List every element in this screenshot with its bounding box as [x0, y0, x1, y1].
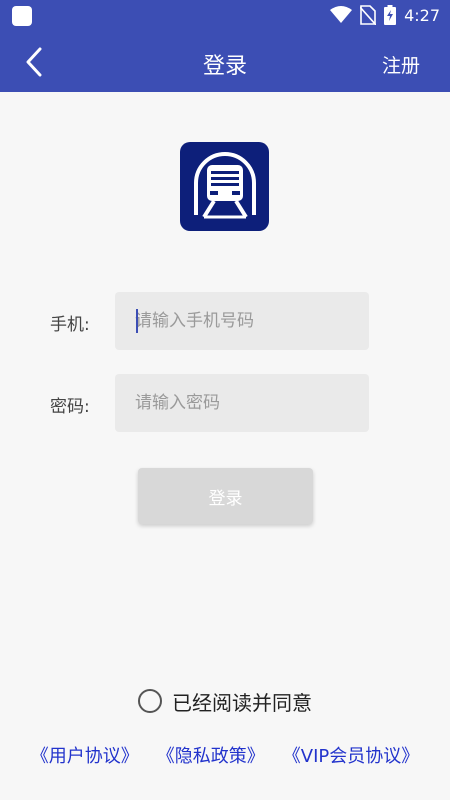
agree-text: 已经阅读并同意	[172, 690, 312, 715]
notification-app-icon	[12, 6, 32, 26]
status-icons: 4:27	[330, 4, 440, 26]
user-agreement-link[interactable]: 《用户协议》	[31, 742, 139, 768]
login-button[interactable]: 登录	[138, 468, 313, 524]
password-input[interactable]	[115, 374, 369, 432]
battery-charging-icon	[384, 5, 397, 25]
privacy-policy-link[interactable]: 《隐私政策》	[157, 742, 265, 768]
status-time: 4:27	[404, 5, 440, 25]
agreement-row: 已经阅读并同意	[0, 686, 450, 716]
password-row: 密码:	[0, 374, 450, 432]
top-app-bar: 4:27 登录 注册	[0, 0, 450, 92]
register-button[interactable]: 注册	[382, 51, 420, 78]
wifi-icon	[330, 6, 353, 23]
password-label: 密码:	[50, 397, 90, 417]
phone-label: 手机:	[50, 315, 90, 335]
app-logo	[180, 142, 269, 231]
subway-train-icon	[193, 151, 256, 218]
no-sim-icon	[360, 5, 377, 25]
agree-radio[interactable]	[138, 689, 162, 713]
text-caret	[136, 309, 138, 333]
status-bar: 4:27	[0, 0, 450, 30]
phone-input[interactable]	[115, 292, 369, 350]
vip-agreement-link[interactable]: 《VIP会员协议》	[283, 742, 419, 768]
phone-row: 手机:	[0, 292, 450, 350]
toolbar: 登录 注册	[0, 30, 450, 92]
policy-links: 《用户协议》 《隐私政策》 《VIP会员协议》	[0, 740, 450, 770]
